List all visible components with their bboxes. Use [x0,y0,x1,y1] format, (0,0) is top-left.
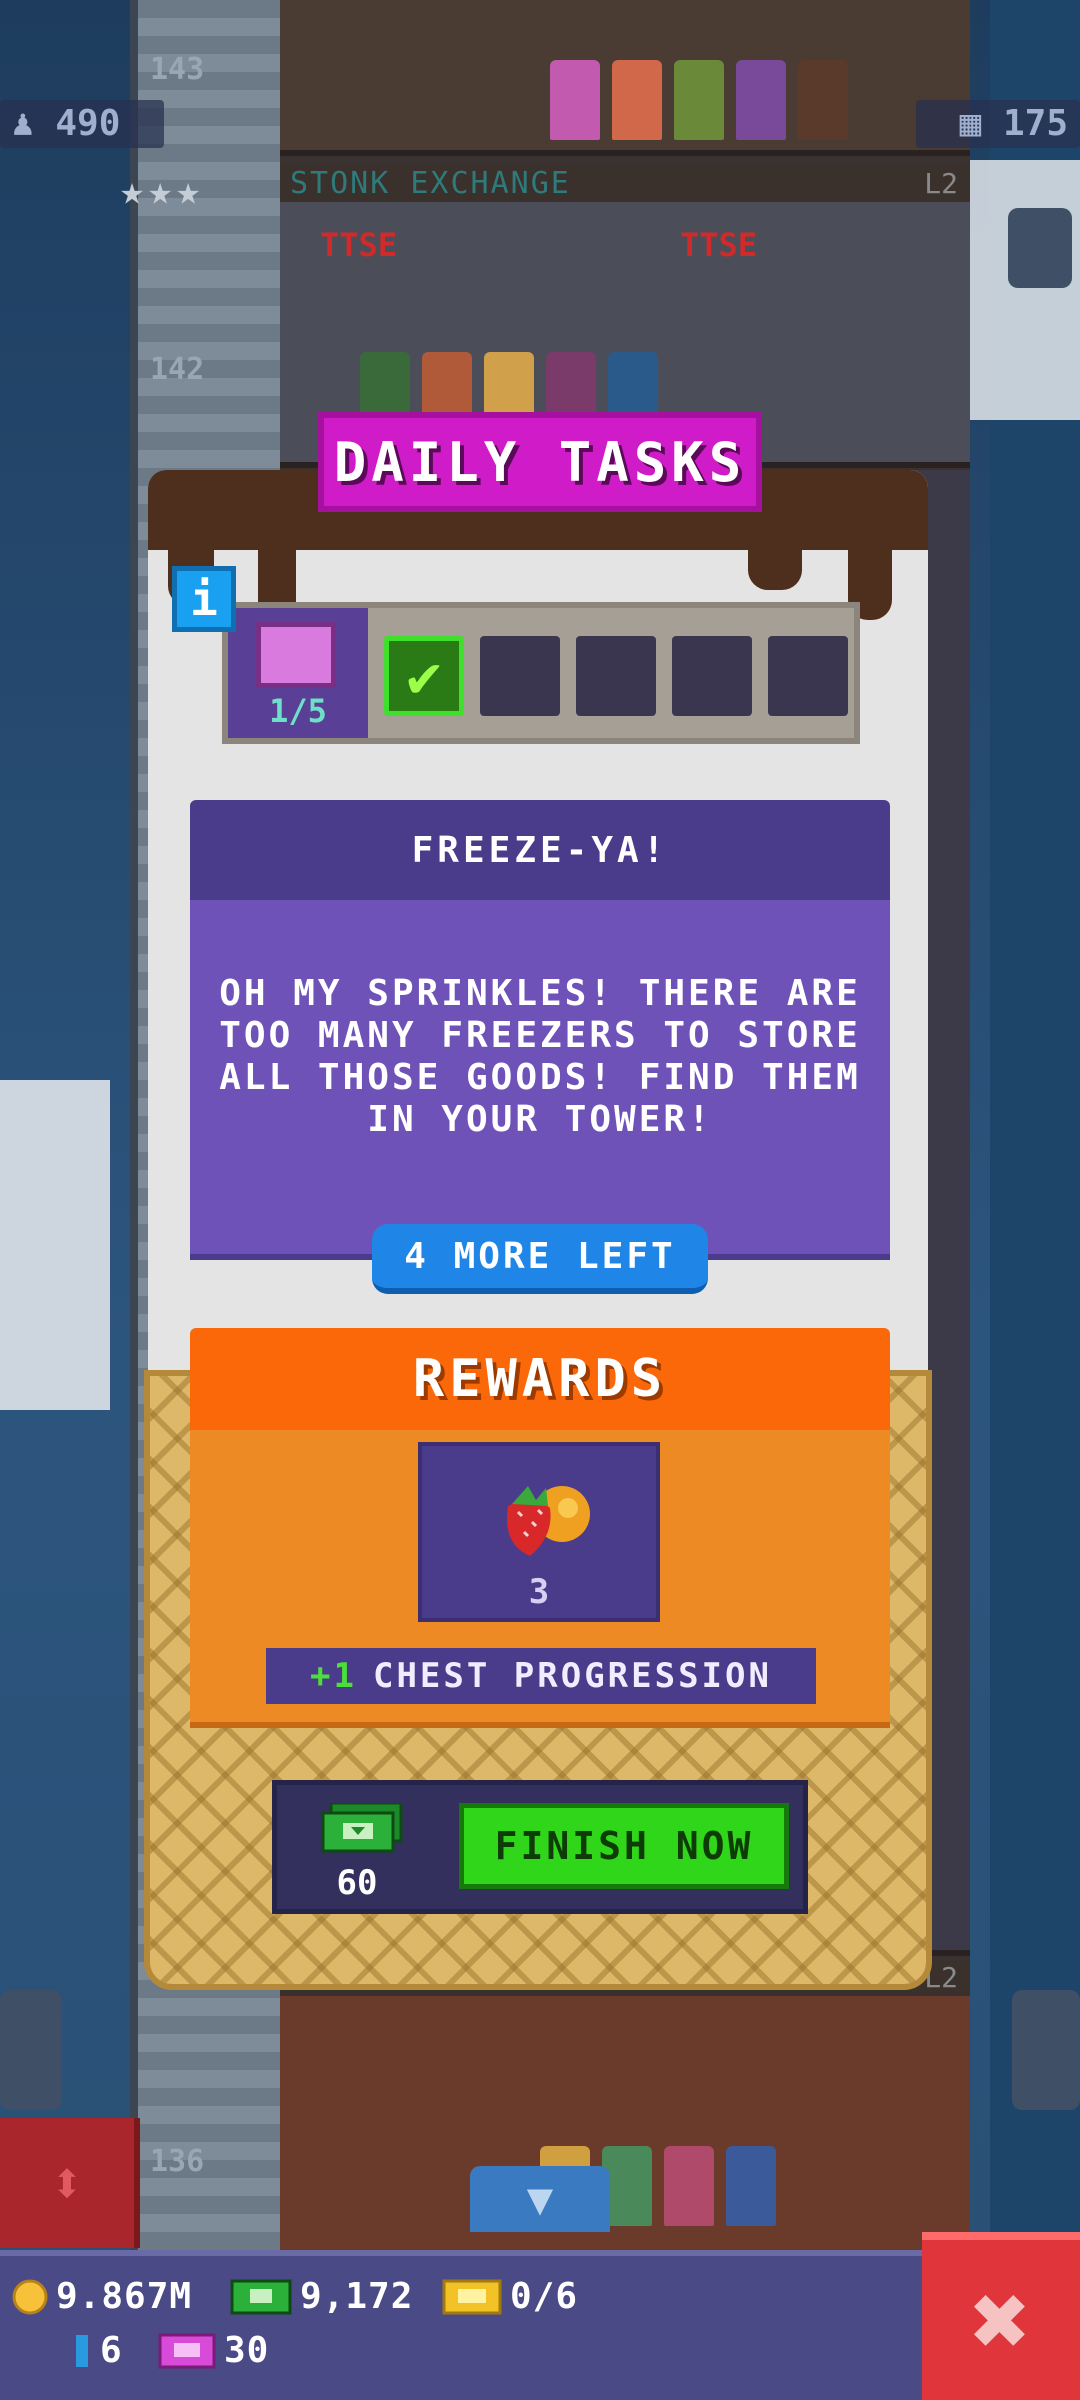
remaining-badge: 4 MORE LEFT [372,1224,708,1294]
finish-cost: 60 [336,1863,378,1903]
task-description: OH MY SPRINKLES! THERE ARE TOO MANY FREE… [219,973,861,1140]
stock-sign: TTSE [680,226,758,264]
finish-now-button[interactable]: FINISH NOW [459,1803,789,1889]
elevator-control-button[interactable]: ⬍ [0,2118,140,2248]
left-nav-icon[interactable] [0,1990,62,2110]
progress-slot-empty [672,636,752,716]
rewards-body: 3 +1 CHEST PROGRESSION [190,1430,890,1728]
scroll-down-button[interactable]: ▼ [470,2166,610,2232]
bux-icon [230,2279,292,2314]
task-description-box: OH MY SPRINKLES! THERE ARE TOO MANY FREE… [190,900,890,1260]
task-progress: 1/5 ✔ [222,602,860,744]
reward-item[interactable]: 3 [418,1442,660,1622]
crystal-ticket-icon [158,2333,216,2368]
info-button[interactable]: i [172,566,236,632]
crystals-stat[interactable]: 30 [158,2330,269,2371]
crystals-value: 30 [224,2330,270,2371]
coins-value: 9.867M [56,2276,193,2317]
floor-name: STONK EXCHANGE [290,166,571,201]
close-icon: ✖ [970,2261,1032,2379]
coin-icon [12,2279,48,2314]
search-icon[interactable] [1008,208,1072,288]
tickets-value: 0/6 [510,2276,579,2317]
bux-value: 9,172 [300,2276,414,2317]
person-icon: ♟ [12,103,34,144]
progress-slot-empty [768,636,848,716]
stock-sign: TTSE [320,226,398,264]
population-value: 490 [55,103,121,144]
freezer-icon [256,622,336,688]
floor-count-value: 175 [1002,103,1068,144]
floor-asian-cuisine[interactable] [280,1996,970,2256]
checkmark-icon: ✔ [406,642,442,710]
key-icon [76,2334,88,2367]
task-title: FREEZE-YA! [190,800,890,900]
keys-value: 6 [100,2330,123,2371]
residents [550,60,848,140]
modal-title: DAILY TASKS [318,412,762,512]
floor-counter[interactable]: ▦ 175 [916,100,1080,148]
cloud [0,1080,110,1410]
floor-label-stonk[interactable]: STONK EXCHANGE L2 [280,166,970,202]
progress-slot-empty [480,636,560,716]
floor-number: 136 [150,2144,205,2179]
floor-number: 143 [150,52,205,87]
cloud [960,160,1080,420]
chest-label: CHEST PROGRESSION [372,1656,772,1696]
progress-icon-box: 1/5 [228,608,368,738]
building-icon: ▦ [959,103,982,144]
finish-panel: 60 FINISH NOW [272,1780,808,1914]
fruit-icon [506,1486,590,1556]
floor-stars: ★★★ [120,168,205,214]
coins-stat[interactable]: 9.867M [12,2276,192,2317]
tickets-stat[interactable]: 0/6 [442,2276,578,2317]
chest-plus: +1 [310,1656,357,1696]
progress-count: 1/5 [269,692,327,730]
resource-bar: 9.867M 9,172 0/6 6 30 [0,2250,924,2400]
keys-stat[interactable]: 6 [72,2330,123,2371]
progress-slot-empty [576,636,656,716]
up-down-arrows-icon: ⬍ [49,2149,85,2217]
floor-level: L2 [924,167,958,200]
cash-icon [321,1803,403,1853]
close-button[interactable]: ✖ [922,2232,1080,2400]
rewards-header: REWARDS [190,1328,890,1430]
progress-slot-complete: ✔ [384,636,464,716]
population-counter[interactable]: ♟ 490 [0,100,164,148]
chevron-down-icon: ▼ [526,2173,554,2225]
info-icon: i [190,572,218,626]
bux-stat[interactable]: 9,172 [230,2276,413,2317]
golden-ticket-icon [442,2279,502,2314]
chest-progression: +1 CHEST PROGRESSION [266,1648,816,1704]
floor-number: 142 [150,352,205,387]
floor-top[interactable] [280,0,970,156]
right-nav-icon[interactable] [1012,1990,1080,2110]
reward-quantity: 3 [528,1572,550,1612]
